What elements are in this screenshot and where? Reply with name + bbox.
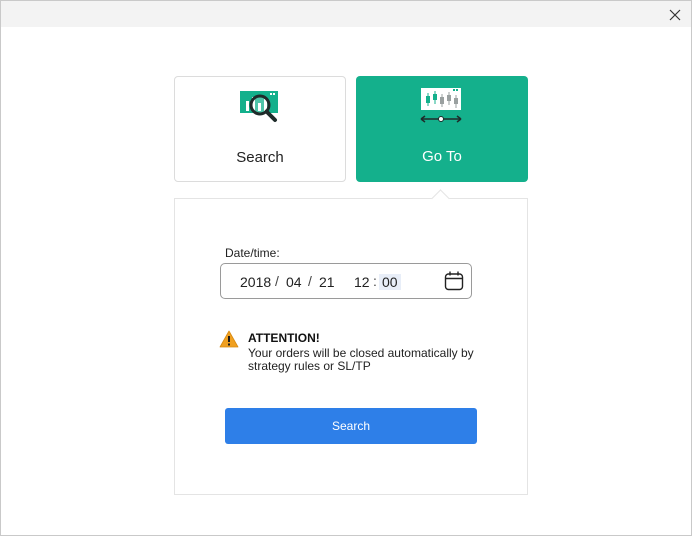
search-button[interactable]: Search: [225, 408, 477, 444]
close-button[interactable]: [665, 5, 685, 25]
candlestick-timeline-icon: [420, 88, 462, 123]
tab-search[interactable]: Search: [174, 76, 346, 182]
warning-icon: [219, 330, 239, 348]
close-icon: [669, 9, 681, 21]
attention-message: Your orders will be closed automatically…: [248, 346, 474, 373]
tab-search-label: Search: [236, 149, 284, 166]
calendar-icon[interactable]: [443, 270, 465, 292]
date-separator: /: [275, 273, 279, 289]
chart-magnifier-icon: [240, 91, 278, 122]
date-separator: /: [308, 273, 312, 289]
hour-segment[interactable]: 12: [354, 274, 370, 290]
attention-title: ATTENTION!: [248, 331, 320, 345]
minute-segment[interactable]: 00: [379, 274, 401, 290]
month-segment[interactable]: 04: [286, 274, 302, 290]
day-segment[interactable]: 21: [319, 274, 335, 290]
tab-goto-label: Go To: [422, 148, 462, 165]
year-segment[interactable]: 2018: [240, 274, 271, 290]
datetime-input[interactable]: 2018 / 04 / 21 12 : 00: [220, 263, 472, 299]
datetime-label: Date/time:: [225, 246, 280, 260]
time-separator: :: [373, 273, 377, 289]
title-bar: [1, 1, 691, 27]
tab-goto[interactable]: Go To: [356, 76, 528, 182]
